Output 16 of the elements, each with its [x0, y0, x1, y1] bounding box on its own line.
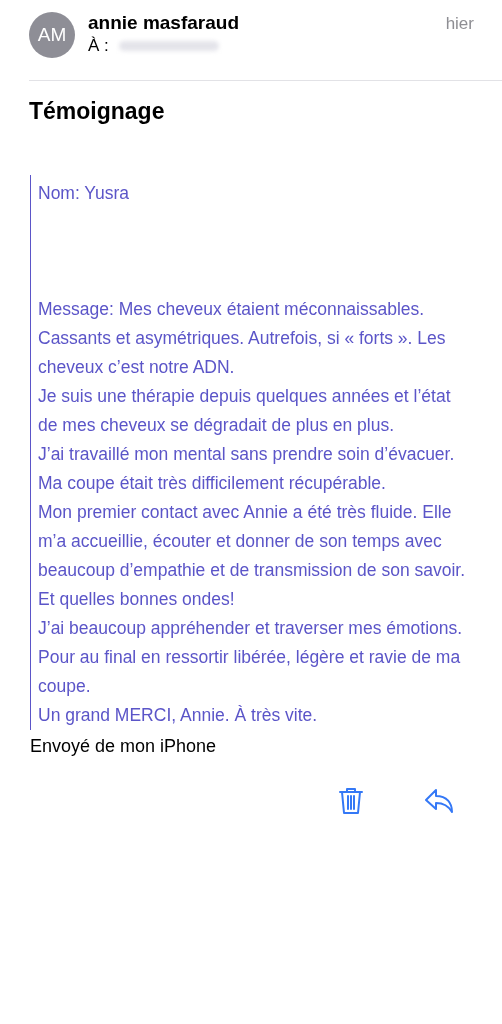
date: hier [445, 14, 474, 34]
quoted-text: J’ai beaucoup appréhender et traverser mes émotions. [38, 617, 464, 640]
avatar: AM [29, 12, 75, 58]
trash-icon[interactable] [338, 787, 364, 815]
quoted-text: Nom: Yusra [38, 182, 131, 205]
signature: Envoyé de mon iPhone [29, 735, 218, 757]
quoted-text: Message: Mes cheveux étaient méconnaissables. Cassants et asymétriques. Autrefois, si « forts ». Les cheveux c’est notre ADN. [38, 298, 447, 379]
subject: Témoignage [28, 97, 166, 125]
recipient-label: À : [88, 36, 109, 56]
quoted-text: Un grand MERCI, Annie. À très vite. [38, 704, 319, 727]
quoted-text: Pour au final en ressortir libérée, légère et ravie de ma coupe. [38, 646, 462, 698]
reply-icon[interactable] [424, 788, 454, 814]
quoted-text: Mon premier contact avec Annie a été très fluide. Elle m’a accueillie, écouter et donner de son temps avec beaucoup d’empathie et de transmission de son savoir. Et quelles bonnes ondes! [38, 501, 467, 611]
sender-name: annie masfaraud [88, 12, 239, 34]
quoted-text: J’ai travaillé mon mental sans prendre soin d’évacuer. Ma coupe était très difficilement récupérable. [38, 443, 456, 495]
quoted-text: Je suis une thérapie depuis quelques années et l’état de mes cheveux se dégradait de plus en plus. [38, 385, 452, 437]
